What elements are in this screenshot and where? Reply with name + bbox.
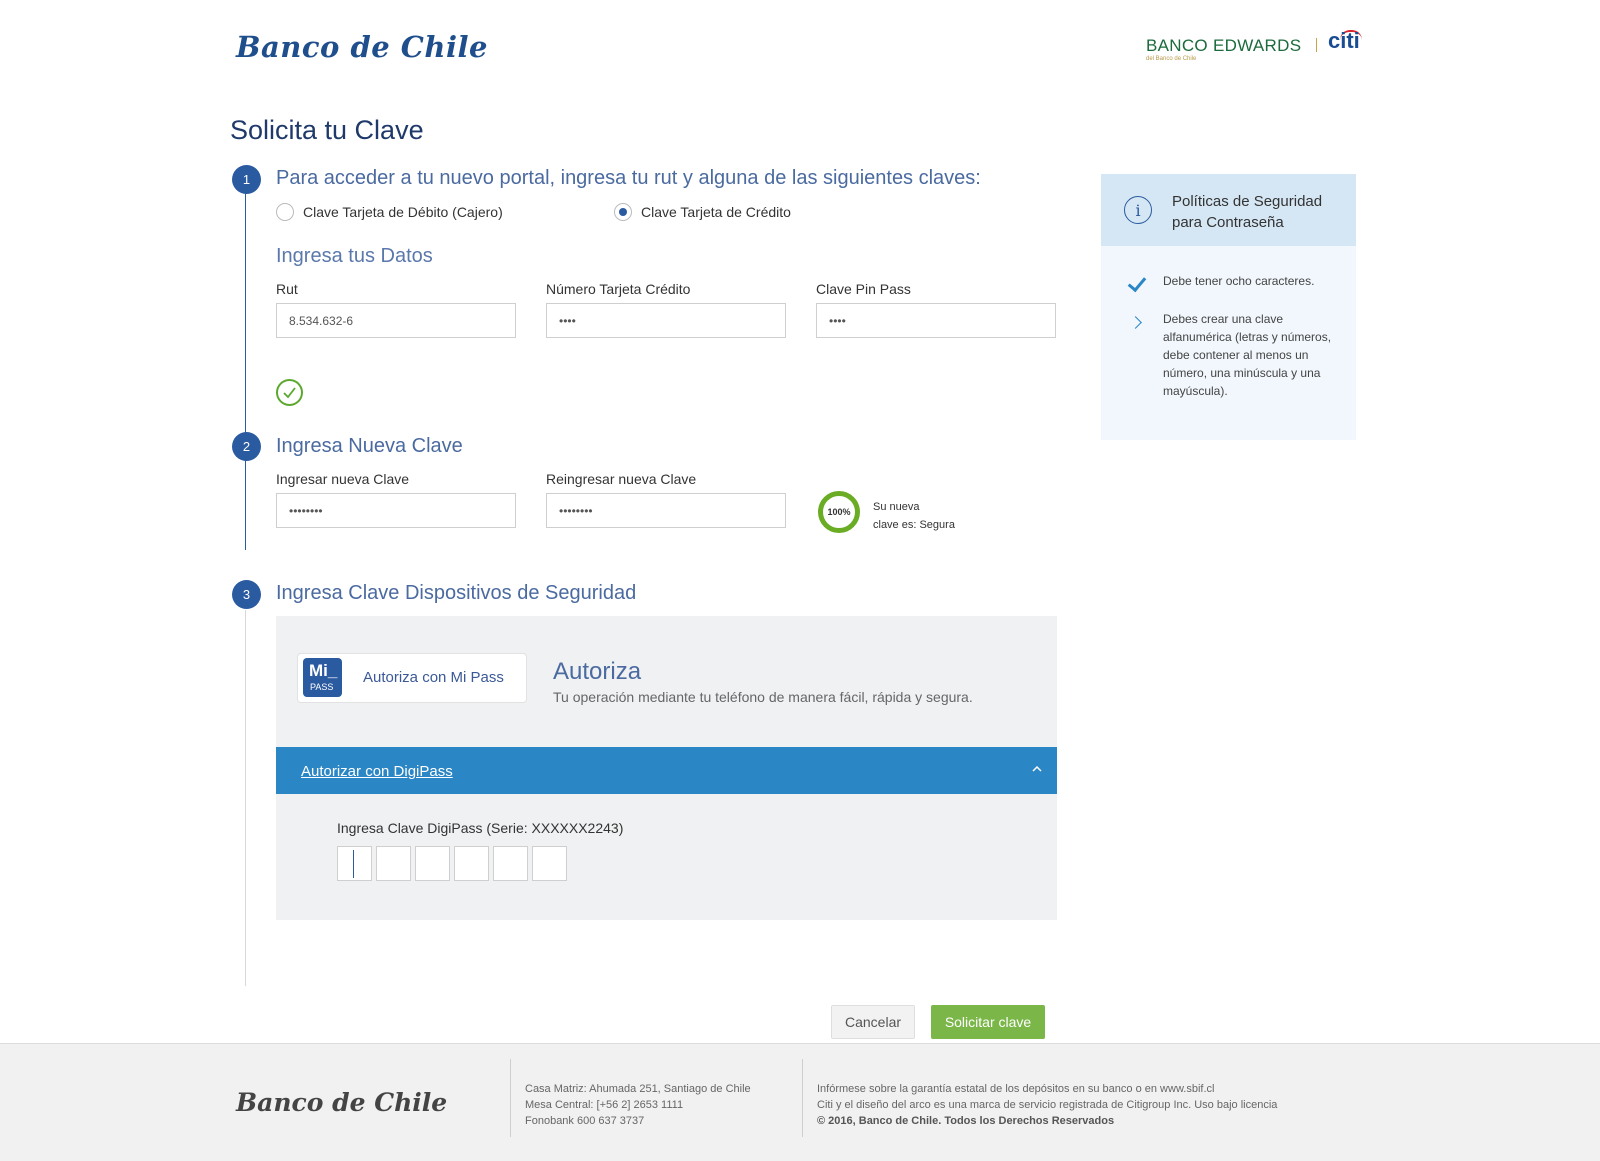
- mipass-button-label[interactable]: Autoriza con Mi Pass: [363, 669, 504, 686]
- timeline-line-active: [245, 180, 246, 550]
- repeat-password-input[interactable]: ••••••••: [546, 493, 786, 528]
- card-number-label: Número Tarjeta Crédito: [546, 281, 691, 297]
- logo-separator: [1316, 38, 1317, 52]
- footer-separator-1: [510, 1059, 511, 1137]
- banco-de-chile-logo: Banco de Chile: [236, 30, 488, 64]
- step-2-badge: 2: [232, 432, 261, 461]
- digipass-digit-1[interactable]: [337, 846, 372, 881]
- new-password-label: Ingresar nueva Clave: [276, 471, 410, 487]
- radio-credit-card[interactable]: Clave Tarjeta de Crédito: [614, 203, 791, 221]
- policy-title: Políticas de Seguridad para Contraseña: [1172, 191, 1322, 233]
- autoriza-description: Tu operación mediante tu teléfono de man…: [553, 689, 973, 705]
- mipass-icon-bottom: PASS: [310, 682, 334, 692]
- rut-input[interactable]: 8.534.632-6: [276, 303, 516, 338]
- step-3-heading: Ingresa Clave Dispositivos de Seguridad: [276, 582, 637, 604]
- password-strength-gauge: 100%: [818, 491, 860, 533]
- citi-logo: citi: [1328, 28, 1360, 53]
- validated-check-icon: [276, 379, 303, 406]
- card-number-input[interactable]: ••••: [546, 303, 786, 338]
- pin-pass-input[interactable]: ••••: [816, 303, 1056, 338]
- rut-label: Rut: [276, 281, 298, 297]
- policy-title-line2: para Contraseña: [1172, 214, 1284, 231]
- mipass-icon: Mi_ PASS: [303, 658, 342, 697]
- pin-pass-label: Clave Pin Pass: [816, 281, 911, 297]
- footer-separator-2: [802, 1059, 803, 1137]
- footer-address: Casa Matriz: Ahumada 251, Santiago de Ch…: [525, 1083, 751, 1095]
- step-3-badge: 3: [232, 580, 261, 609]
- submit-button[interactable]: Solicitar clave: [931, 1005, 1045, 1039]
- policy-item-1: Debe tener ocho caracteres.: [1163, 274, 1315, 288]
- strength-text-line2: clave es: Segura: [873, 519, 955, 531]
- policy-item-2: Debes crear una clave alfanumérica (letr…: [1163, 312, 1332, 398]
- step-1-badge: 1: [232, 165, 261, 194]
- autoriza-title: Autoriza: [553, 658, 642, 685]
- footer-fonobank: Fonobank 600 637 3737: [525, 1115, 645, 1127]
- digipass-digit-2[interactable]: [376, 846, 411, 881]
- text-caret: [353, 850, 354, 878]
- datos-subheading: Ingresa tus Datos: [276, 245, 433, 267]
- mipass-icon-top: Mi_: [309, 661, 338, 680]
- footer-phone: Mesa Central: [+56 2] 2653 1111: [525, 1099, 684, 1111]
- page-title: Solicita tu Clave: [230, 115, 424, 145]
- digipass-link[interactable]: Autorizar con DigiPass: [301, 763, 453, 780]
- digipass-digit-5[interactable]: [493, 846, 528, 881]
- new-password-input[interactable]: ••••••••: [276, 493, 516, 528]
- footer-legal: Infórmese sobre la garantía estatal de l…: [817, 1081, 1277, 1129]
- digipass-digit-3[interactable]: [415, 846, 450, 881]
- radio-credit-indicator[interactable]: [614, 203, 632, 221]
- policy-title-line1: Políticas de Seguridad: [1172, 193, 1323, 210]
- footer-citi-notice: Citi y el diseño del arco es una marca d…: [817, 1099, 1278, 1111]
- footer-copyright: © 2016, Banco de Chile. Todos los Derech…: [817, 1115, 1115, 1127]
- step-1-heading: Para acceder a tu nuevo portal, ingresa …: [276, 167, 981, 189]
- banco-edwards-sub: del Banco de Chile: [1146, 56, 1197, 62]
- repeat-password-label: Reingresar nueva Clave: [546, 471, 697, 487]
- digipass-digit-4[interactable]: [454, 846, 489, 881]
- radio-debit-indicator[interactable]: [276, 203, 294, 221]
- password-strength-text: Su nueva clave es: Segura: [873, 498, 955, 534]
- radio-debit-label: Clave Tarjeta de Débito (Cajero): [303, 204, 503, 220]
- footer-logo: Banco de Chile: [236, 1088, 448, 1117]
- step-2-heading: Ingresa Nueva Clave: [276, 435, 463, 457]
- footer-sbif-link[interactable]: Infórmese sobre la garantía estatal de l…: [817, 1081, 1277, 1097]
- footer-contact: Casa Matriz: Ahumada 251, Santiago de Ch…: [525, 1081, 751, 1129]
- cancel-button[interactable]: Cancelar: [831, 1005, 915, 1039]
- radio-credit-label: Clave Tarjeta de Crédito: [641, 204, 791, 220]
- radio-debit-card[interactable]: Clave Tarjeta de Débito (Cajero): [276, 203, 503, 221]
- timeline-line-inactive: [245, 610, 246, 986]
- strength-text-line1: Su nueva: [873, 501, 920, 513]
- digipass-label: Ingresa Clave DigiPass (Serie: XXXXXX224…: [337, 820, 624, 836]
- banco-edwards-logo: BANCO EDWARDS: [1146, 36, 1302, 55]
- chevron-up-icon[interactable]: [1031, 762, 1043, 778]
- digipass-digit-6[interactable]: [532, 846, 567, 881]
- info-icon: i: [1124, 196, 1152, 224]
